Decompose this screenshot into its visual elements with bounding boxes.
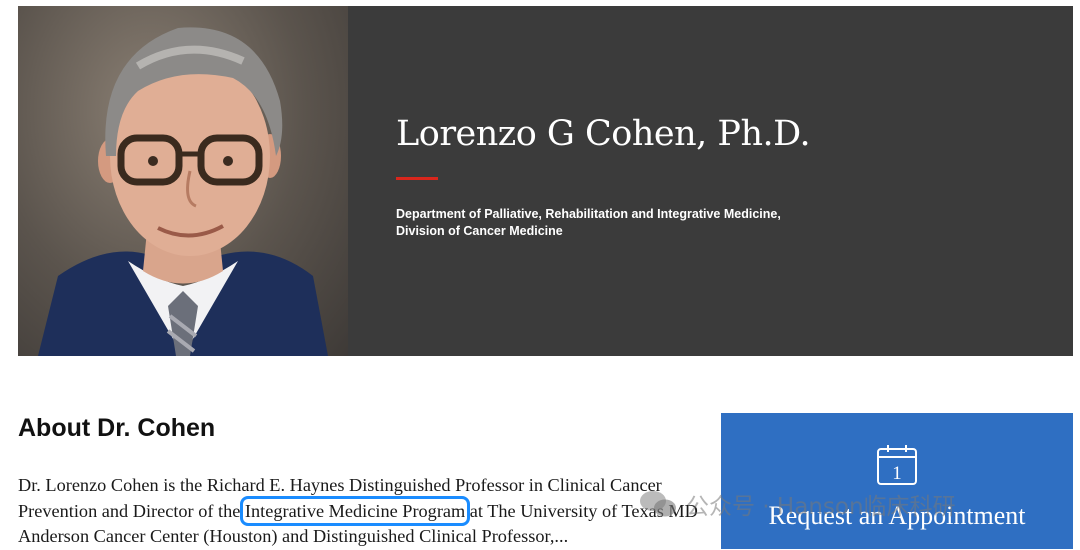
division-line: Division of Cancer Medicine: [396, 224, 563, 238]
watermark-text: 公众号 · Hanson临床科研: [686, 494, 956, 520]
about-heading: About Dr. Cohen: [18, 414, 216, 442]
integrative-medicine-program-link[interactable]: Integrative Medicine Program: [239, 495, 471, 526]
department-info: Department of Palliative, Rehabilitation…: [396, 206, 781, 240]
watermark: 公众号 · Hanson临床科研: [638, 487, 956, 521]
bio-paragraph: Dr. Lorenzo Cohen is the Richard E. Hayn…: [18, 473, 698, 550]
accent-divider: [396, 177, 438, 180]
calendar-icon: 1: [877, 445, 917, 485]
doctor-portrait: [18, 6, 348, 356]
calendar-day: 1: [892, 463, 902, 484]
wechat-icon: [640, 491, 676, 517]
request-appointment-button[interactable]: 1 Request an Appointment: [721, 413, 1073, 549]
doctor-name: Lorenzo G Cohen, Ph.D.: [396, 114, 811, 154]
profile-banner: Lorenzo G Cohen, Ph.D. Department of Pal…: [18, 6, 1073, 356]
department-line: Department of Palliative, Rehabilitation…: [396, 207, 781, 221]
